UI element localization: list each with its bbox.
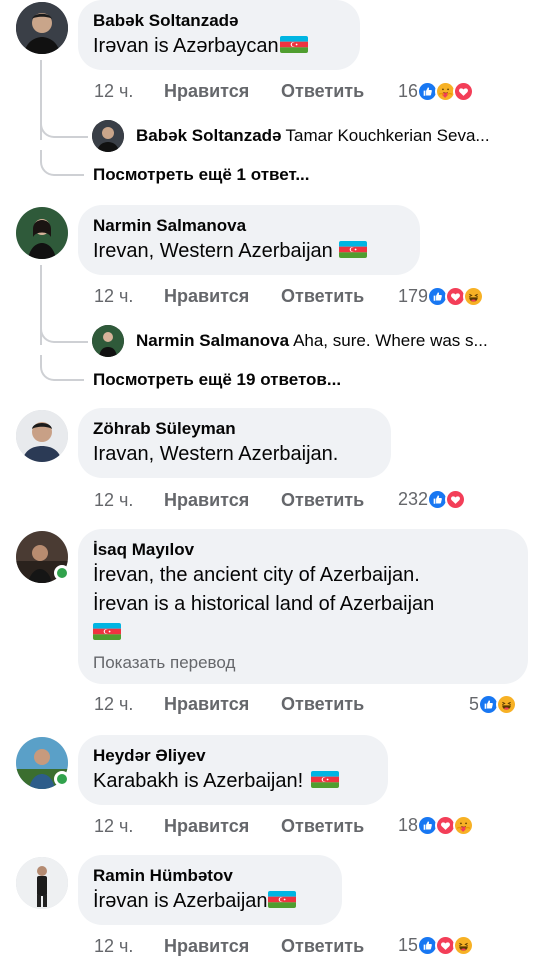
like-button[interactable]: Нравится (164, 81, 249, 102)
avatar[interactable] (16, 2, 68, 54)
comment-text-line-1: İrevan, the ancient city of Azerbaijan. (93, 564, 420, 586)
haha-icon (496, 693, 518, 715)
reply-text: Narmin Salmanova Aha, sure. Where was s..… (136, 331, 544, 351)
avatar[interactable] (16, 410, 68, 462)
comment-text: İrəvan is Azerbaijan (93, 890, 268, 912)
comment-bubble: Zöhrab Süleyman Iravan, Western Azerbaij… (78, 408, 391, 478)
like-button[interactable]: Нравится (164, 694, 249, 715)
reply-button[interactable]: Ответить (281, 816, 364, 837)
azerbaijan-flag-icon (93, 623, 121, 640)
comment-time[interactable]: 12 ч. (94, 81, 133, 102)
reply-snippet: Tamar Kouchkerian Seva... (285, 126, 490, 145)
like-button[interactable]: Нравится (164, 816, 249, 837)
haha-icon (453, 934, 475, 956)
reply-button[interactable]: Ответить (281, 490, 364, 511)
comment-bubble: Ramin Hümbətov İrəvan is Azerbaijan (78, 855, 342, 925)
comment-author[interactable]: Heydər Əliyev (93, 745, 372, 767)
comment-author[interactable]: İsaq Mayılov (93, 539, 512, 561)
comment-text-row: Karabakh is Azerbaijan! (93, 767, 372, 796)
comment-bubble: İsaq Mayılov İrevan, the ancient city of… (78, 529, 528, 684)
care-icon (453, 814, 475, 836)
azerbaijan-flag-icon (280, 36, 308, 53)
reply-button[interactable]: Ответить (281, 694, 364, 715)
azerbaijan-flag-icon (339, 241, 367, 258)
comment-text-row: İrəvan is Azerbaijan (93, 887, 326, 916)
online-status-indicator (54, 771, 70, 787)
reaction-count: 232 (398, 488, 429, 509)
comment-bubble: Babək Soltanzadə Irəvan is Azərbaycan (78, 0, 360, 70)
reply-button[interactable]: Ответить (281, 286, 364, 307)
comment-author[interactable]: Babək Soltanzadə (93, 10, 344, 32)
thread-connector (40, 325, 88, 343)
comment-time[interactable]: 12 ч. (94, 816, 133, 837)
comment-text: Irəvan is Azərbaycan (93, 35, 279, 57)
see-translation-link[interactable]: Показать перевод (93, 650, 512, 676)
comment-author[interactable]: Narmin Salmanova (93, 215, 404, 237)
comment-text: Iravan, Western Azerbaijan. (93, 443, 339, 465)
comment-text-line-2: İrevan is a historical land of Azerbaija… (93, 593, 435, 615)
like-button[interactable]: Нравится (164, 490, 249, 511)
avatar[interactable] (16, 207, 68, 259)
reaction-count: 15 (398, 934, 419, 955)
comment-time[interactable]: 12 ч. (94, 694, 133, 715)
reaction-count: 18 (398, 814, 419, 835)
reactions-summary[interactable]: 15 (398, 933, 475, 957)
comment-bubble: Heydər Əliyev Karabakh is Azerbaijan! (78, 735, 388, 805)
reactions-summary[interactable]: 179 (398, 284, 485, 308)
azerbaijan-flag-icon (311, 771, 339, 788)
like-button[interactable]: Нравится (164, 936, 249, 957)
reply-avatar (92, 120, 124, 152)
comment-text: Irevan, Western Azerbaijan (93, 240, 333, 262)
reactions-summary[interactable]: 5 (469, 692, 518, 716)
reply-button[interactable]: Ответить (281, 81, 364, 102)
reply-author[interactable]: Babək Soltanzadə (136, 126, 282, 145)
view-more-replies-link[interactable]: Посмотреть ещё 1 ответ... (93, 165, 309, 185)
thread-connector (40, 150, 84, 176)
azerbaijan-flag-icon (268, 891, 296, 908)
like-button[interactable]: Нравится (164, 286, 249, 307)
comment-time[interactable]: 12 ч. (94, 286, 133, 307)
thread-connector (40, 355, 84, 381)
comment-text-row: Irəvan is Azərbaycan (93, 32, 344, 61)
online-status-indicator (54, 565, 70, 581)
reactions-summary[interactable]: 18 (398, 813, 475, 837)
reply-avatar (92, 325, 124, 357)
comment-author[interactable]: Zöhrab Süleyman (93, 418, 375, 440)
reply-snippet: Aha, sure. Where was s... (293, 331, 488, 350)
avatar[interactable] (16, 857, 68, 909)
comment-bubble: Narmin Salmanova Irevan, Western Azerbai… (78, 205, 420, 275)
reaction-count: 179 (398, 285, 429, 306)
comment-text-row: Irevan, Western Azerbaijan (93, 237, 404, 266)
reply-author[interactable]: Narmin Salmanova (136, 331, 289, 350)
love-icon (453, 80, 475, 102)
reaction-count: 16 (398, 80, 419, 101)
reactions-summary[interactable]: 232 (398, 487, 467, 511)
view-more-replies-link[interactable]: Посмотреть ещё 19 ответов... (93, 370, 341, 390)
love-icon (445, 488, 467, 510)
comment-text: Karabakh is Azerbaijan! (93, 770, 304, 792)
comment-flag-row (93, 619, 512, 648)
thread-connector (40, 120, 88, 138)
haha-icon (463, 285, 485, 307)
reply-text: Babək Soltanzadə Tamar Kouchkerian Seva..… (136, 126, 544, 146)
reactions-summary[interactable]: 16 (398, 79, 475, 103)
reply-button[interactable]: Ответить (281, 936, 364, 957)
comment-author[interactable]: Ramin Hümbətov (93, 865, 326, 887)
comment-time[interactable]: 12 ч. (94, 936, 133, 957)
comment-time[interactable]: 12 ч. (94, 490, 133, 511)
